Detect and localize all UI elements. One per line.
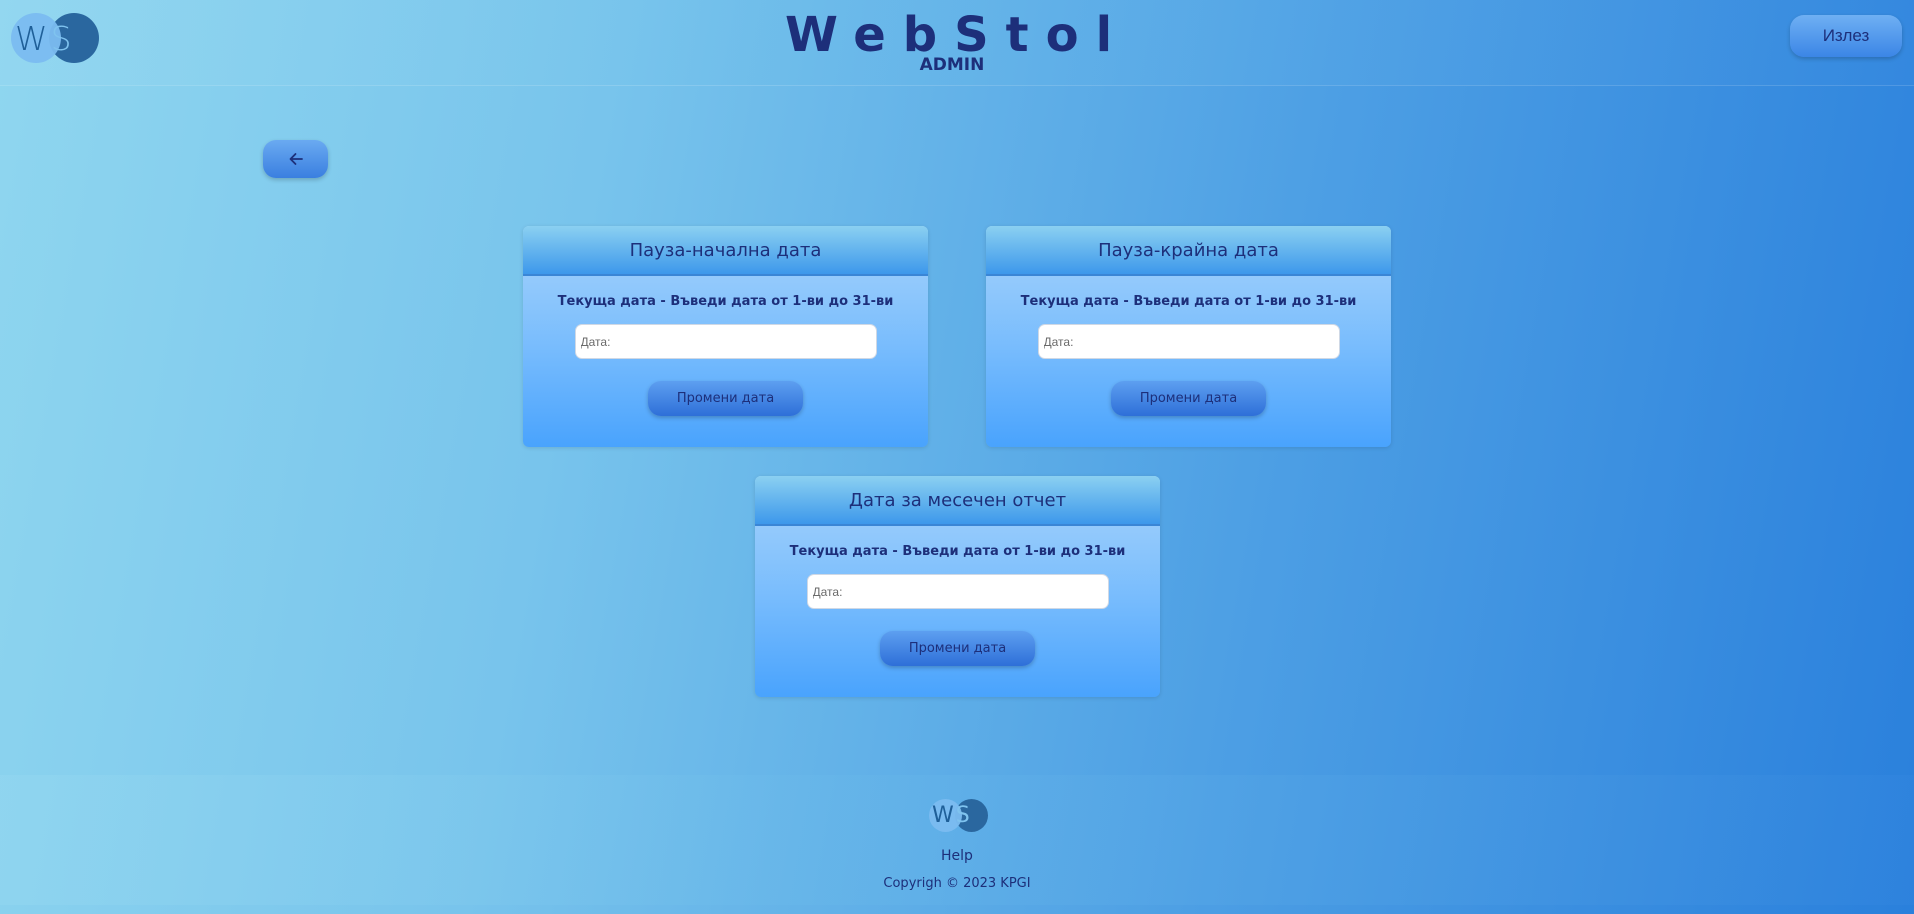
- monthly-report-date-input[interactable]: [806, 574, 1109, 609]
- pause-start-date-input[interactable]: [574, 324, 877, 359]
- pause-start-change-button[interactable]: Промени дата: [648, 381, 803, 416]
- card-hint: Текуща дата - Въведи дата от 1-ви до 31-…: [1020, 294, 1357, 309]
- footer-logo-letter-s: S: [955, 803, 972, 828]
- footer-logo-letter-w: W: [932, 803, 956, 828]
- logo-letter-s: S: [50, 19, 75, 58]
- card-hint: Текуща дата - Въведи дата от 1-ви до 31-…: [557, 294, 894, 309]
- card-title: Пауза-крайна дата: [986, 226, 1391, 276]
- card-title: Пауза-начална дата: [523, 226, 928, 276]
- pause-start-card: Пауза-начална дата Текуща дата - Въведи …: [523, 226, 928, 447]
- top-header: WS WebStol ADMIN Излез: [0, 0, 1914, 85]
- pause-end-change-button[interactable]: Промени дата: [1111, 381, 1266, 416]
- app-subtitle: ADMIN: [919, 55, 985, 75]
- logout-button[interactable]: Излез: [1790, 15, 1902, 57]
- card-hint: Текуща дата - Въведи дата от 1-ви до 31-…: [789, 544, 1126, 559]
- monthly-report-change-button[interactable]: Промени дата: [880, 631, 1035, 666]
- help-link[interactable]: Help: [0, 848, 1914, 864]
- back-button[interactable]: [263, 140, 328, 178]
- page-footer: WS Help Copyrigh © 2023 KPGI: [0, 775, 1914, 905]
- copyright-text: Copyrigh © 2023 KPGI: [883, 876, 1031, 891]
- card-title: Дата за месечен отчет: [755, 476, 1160, 526]
- pause-end-card: Пауза-крайна дата Текуща дата - Въведи д…: [986, 226, 1391, 447]
- logo-letter-w: W: [15, 19, 51, 58]
- footer-logo: WS: [929, 799, 989, 833]
- monthly-report-card: Дата за месечен отчет Текуща дата - Въве…: [755, 476, 1160, 697]
- pause-end-date-input[interactable]: [1037, 324, 1340, 359]
- arrow-left-icon: [289, 153, 303, 165]
